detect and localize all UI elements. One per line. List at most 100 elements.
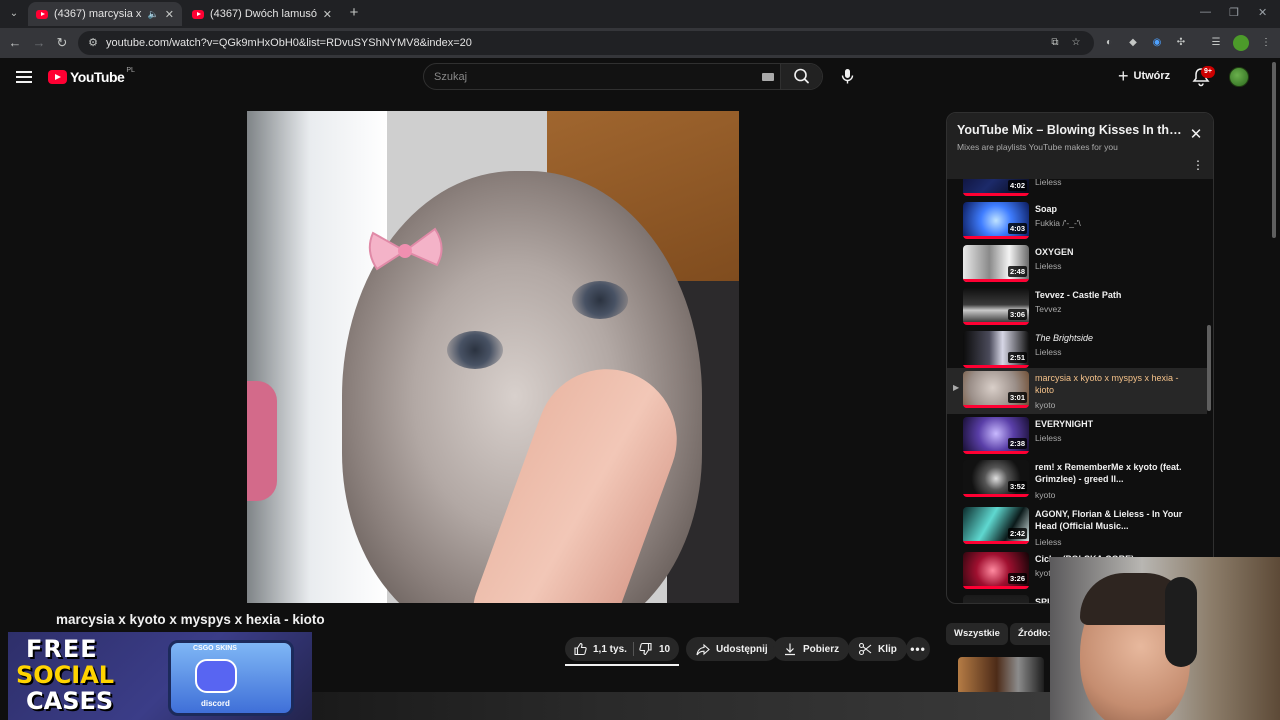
page-scrollbar[interactable]: [1272, 62, 1276, 238]
video-thumbnail: [963, 595, 1029, 603]
close-icon[interactable]: ✕: [1189, 127, 1203, 142]
download-button[interactable]: Pobierz: [773, 637, 850, 661]
tab-title: (4367) marcysia x kyoto x m: [54, 8, 144, 20]
restore-icon[interactable]: ❐: [1229, 6, 1239, 19]
clip-button[interactable]: Klip: [848, 637, 907, 661]
extensions-puzzle-icon[interactable]: ✣: [1173, 35, 1189, 51]
menu-icon[interactable]: [16, 71, 32, 83]
playlist-items: 4:02 Lieless 4:03 Soap Fukkia /'-_-'\ 2:…: [947, 179, 1213, 603]
duration: 4:03: [1007, 223, 1027, 234]
like-button[interactable]: 1,1 tys.: [565, 637, 633, 661]
create-button[interactable]: + Utwórz: [1118, 66, 1170, 86]
microphone-icon: [841, 69, 854, 84]
case-image: CSGO SKINS discord: [168, 640, 294, 716]
chip-all[interactable]: Wszystkie: [946, 623, 1008, 645]
playlist-title[interactable]: YouTube Mix – Blowing Kisses In the…: [957, 123, 1183, 137]
browser-tab[interactable]: (4367) Dwóch lamusów podcast ✕: [184, 2, 340, 26]
dislike-button[interactable]: 10: [635, 637, 679, 661]
playlist-item[interactable]: 2:38 EVERYNIGHT Lieless: [947, 414, 1207, 459]
duration: 2:42: [1007, 528, 1027, 539]
tab-search-icon[interactable]: ⌄: [6, 6, 22, 22]
clip-label: Klip: [878, 643, 897, 655]
channel-name: Lieless: [1035, 537, 1062, 547]
download-icon: [785, 643, 795, 656]
playlist-item[interactable]: 4:02 Lieless: [947, 179, 1207, 201]
youtube-masthead: YouTube PL + Utwórz 9+: [0, 58, 1280, 96]
playlist-item[interactable]: 2:42 AGONY, Florian & Lieless - In Your …: [947, 504, 1207, 552]
more-vertical-icon[interactable]: ⋮: [1192, 159, 1204, 171]
share-button[interactable]: Udostępnij: [686, 637, 778, 661]
progress-bar: [963, 541, 1029, 544]
playlist-scrollbar[interactable]: [1207, 325, 1211, 411]
close-window-icon[interactable]: ✕: [1258, 6, 1267, 19]
video-thumbnail: 3:52: [963, 460, 1029, 497]
audio-icon[interactable]: 🔈: [148, 9, 159, 20]
video-item-title: AGONY, Florian & Lieless - In Your Head …: [1035, 509, 1183, 531]
channel-name: Fukkia /'-_-'\: [1035, 218, 1081, 228]
progress-bar: [963, 279, 1029, 282]
avatar[interactable]: [1229, 67, 1249, 87]
playlist-item[interactable]: 3:06 Tevvez - Castle Path Tevvez: [947, 285, 1207, 330]
video-item-title: The Brightside: [1035, 333, 1094, 343]
video-thumbnail: 4:03: [963, 202, 1029, 239]
bookmark-star-icon[interactable]: ☆: [1068, 35, 1084, 51]
forward-icon[interactable]: →: [30, 34, 48, 52]
case-label: discord: [201, 699, 230, 708]
playlist-item[interactable]: 2:48 OXYGEN Lieless: [947, 242, 1207, 287]
url-text: youtube.com/watch?v=QGk9mHxObH0&list=RDv…: [106, 37, 472, 49]
channel-name: Lieless: [1035, 261, 1062, 271]
stream-overlay-bar: [312, 692, 1050, 720]
close-tab-icon[interactable]: ✕: [323, 8, 332, 21]
more-actions-button[interactable]: •••: [906, 637, 930, 661]
video-thumbnail[interactable]: [958, 657, 1044, 695]
video-player[interactable]: [247, 111, 739, 603]
reload-icon[interactable]: ↻: [53, 34, 71, 52]
video-item-title: marcysia x kyoto x myspys x hexia - kiot…: [1035, 373, 1179, 395]
youtube-favicon-icon: [192, 9, 204, 19]
playlist-item[interactable]: 4:03 Soap Fukkia /'-_-'\: [947, 199, 1207, 244]
video-title: marcysia x kyoto x myspys x hexia - kiot…: [56, 612, 325, 627]
extension-icon[interactable]: ◐: [1101, 35, 1117, 51]
video-item-title: EVERYNIGHT: [1035, 419, 1094, 429]
progress-bar: [963, 322, 1029, 325]
video-thumbnail: 3:26: [963, 552, 1029, 589]
discord-logo-icon: [195, 659, 237, 693]
share-icon: [696, 643, 710, 656]
profile-avatar-icon[interactable]: [1233, 35, 1249, 51]
site-info-icon[interactable]: ⚙: [86, 36, 100, 50]
playlist-item[interactable]: 2:51 The Brightside Lieless: [947, 328, 1207, 373]
address-bar[interactable]: ⚙ youtube.com/watch?v=QGk9mHxObH0&list=R…: [78, 31, 1094, 55]
dislike-count: 10: [659, 643, 671, 655]
search-icon: [794, 68, 809, 84]
reading-list-icon[interactable]: ☰: [1208, 35, 1224, 51]
channel-name: kyoto: [1035, 490, 1056, 500]
close-tab-icon[interactable]: ✕: [165, 8, 174, 21]
country-code: PL: [126, 66, 135, 74]
thumbs-down-icon: [639, 642, 652, 656]
extension-icon[interactable]: ◉: [1149, 35, 1165, 51]
browser-tab-bar: ⌄ (4367) marcysia x kyoto x m 🔈 ✕ (4367)…: [0, 0, 1280, 28]
video-item-title: OXYGEN: [1035, 247, 1074, 257]
video-thumbnail: 4:02: [963, 179, 1029, 196]
playlist-item-now-playing[interactable]: ▶ 3:01 marcysia x kyoto x myspys x hexia…: [947, 368, 1207, 414]
video-thumbnail: 3:06: [963, 288, 1029, 325]
logo-text: YouTube: [70, 69, 125, 85]
back-icon[interactable]: ←: [6, 34, 24, 52]
minimize-icon[interactable]: —: [1200, 6, 1211, 18]
extension-icon[interactable]: ◆: [1125, 35, 1141, 51]
voice-search-button[interactable]: [835, 64, 860, 89]
new-tab-icon[interactable]: +: [346, 5, 362, 21]
browser-tab-active[interactable]: (4367) marcysia x kyoto x m 🔈 ✕: [28, 2, 182, 26]
duration: 3:52: [1007, 481, 1027, 492]
channel-name: Lieless: [1035, 433, 1062, 443]
install-app-icon[interactable]: ⧉: [1047, 35, 1063, 51]
like-ratio-bar: [565, 664, 679, 666]
youtube-logo[interactable]: YouTube PL: [48, 66, 135, 85]
like-count: 1,1 tys.: [593, 643, 627, 655]
playlist-header: YouTube Mix – Blowing Kisses In the… Mix…: [947, 113, 1213, 179]
browser-menu-icon[interactable]: ⋮: [1258, 35, 1274, 51]
search-input[interactable]: [434, 69, 754, 85]
keyboard-icon[interactable]: [762, 73, 774, 81]
search-button[interactable]: [780, 64, 822, 89]
playlist-item[interactable]: 3:52 rem! x RememberMe x kyoto (feat. Gr…: [947, 457, 1207, 505]
